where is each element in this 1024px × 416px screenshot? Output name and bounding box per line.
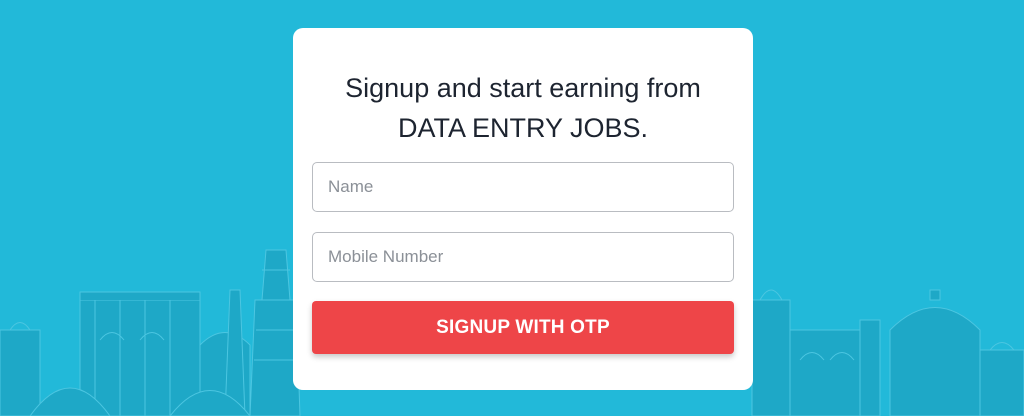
heading-line-1: Signup and start earning from (345, 73, 701, 103)
mobile-number-input[interactable] (312, 232, 734, 282)
name-input[interactable] (312, 162, 734, 212)
heading-line-2: DATA ENTRY JOBS. (397, 113, 649, 143)
signup-with-otp-button[interactable]: SIGNUP WITH OTP (312, 301, 734, 354)
signup-card: Signup and start earning from DATA ENTRY… (293, 28, 753, 390)
signup-heading: Signup and start earning from DATA ENTRY… (312, 68, 734, 148)
